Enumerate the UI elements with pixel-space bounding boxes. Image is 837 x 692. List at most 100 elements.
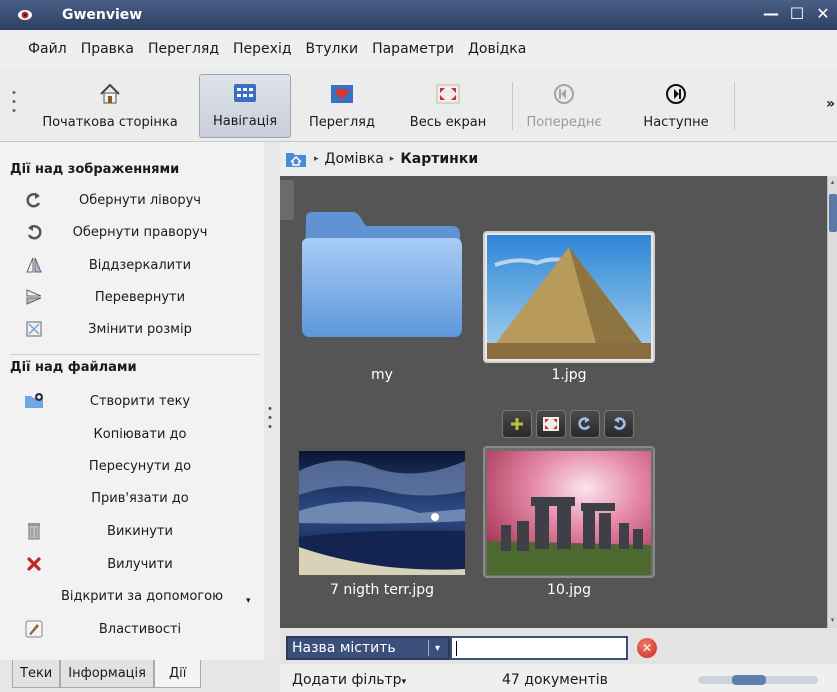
thumbnail-caption: 10.jpg (547, 582, 591, 598)
vertical-scrollbar[interactable]: ▴ ▾ (827, 176, 837, 628)
menu-view[interactable]: Перегляд (146, 38, 221, 60)
zoom-slider[interactable] (698, 675, 818, 685)
tab-actions[interactable]: Дії (153, 660, 202, 688)
copy-to-action[interactable]: Копіювати до (0, 420, 260, 448)
filter-bar: Назва містить ▾ ✕ (280, 628, 837, 664)
window-title: Gwenview (62, 7, 143, 23)
minimize-button[interactable]: — (761, 3, 781, 25)
document-count: 47 документів (502, 672, 608, 688)
home-folder-icon[interactable] (284, 149, 308, 169)
breadcrumb: ▸ Домівка ▸ Картинки (280, 142, 837, 176)
next-button[interactable]: Наступне (638, 74, 714, 138)
rotate-left-thumb-button[interactable] (570, 410, 600, 438)
add-filter-button[interactable]: Додати фільтр▾ (292, 672, 406, 688)
view-button[interactable]: Перегляд (300, 74, 384, 138)
menu-bar: Файл Правка Перегляд Перехід Втулки Пара… (0, 30, 837, 68)
file-actions-heading: Дії над файлами (10, 360, 137, 375)
rotate-left-label: Обернути ліворуч (78, 192, 201, 208)
mirror-action[interactable]: Віддзеркалити (0, 251, 260, 279)
menu-settings[interactable]: Параметри (370, 38, 456, 60)
scrollbar-thumb[interactable] (829, 194, 837, 232)
rotate-left-icon (578, 417, 591, 430)
filter-type-select[interactable]: Назва містить ▾ (286, 636, 450, 660)
status-bar: Додати фільтр▾ 47 документів (280, 664, 837, 692)
breadcrumb-arrow-icon: ▸ (314, 154, 319, 164)
fullscreen-thumb-button[interactable] (536, 410, 566, 438)
home-button[interactable]: Початкова сторінка (30, 74, 190, 138)
view-label: Перегляд (309, 115, 375, 130)
flip-label: Перевернути (94, 289, 186, 305)
remove-filter-button[interactable]: ✕ (637, 638, 657, 658)
sidebar-splitter-handle[interactable] (268, 404, 272, 434)
create-folder-action[interactable]: Створити теку (0, 387, 260, 415)
thumbnail-caption: my (371, 367, 393, 383)
toolbar-separator (734, 82, 735, 130)
plus-icon (511, 418, 523, 430)
open-with-label: Відкрити за допомогою (60, 588, 224, 604)
chevron-down-icon: ▾ (401, 677, 407, 687)
breadcrumb-current[interactable]: Картинки (400, 151, 478, 167)
maximize-button[interactable]: ☐ (787, 3, 807, 25)
gwenview-logo-icon (14, 4, 36, 26)
home-icon (98, 82, 122, 106)
scroll-down-arrow-icon[interactable]: ▾ (828, 616, 837, 626)
scroll-up-arrow-icon[interactable]: ▴ (828, 178, 837, 188)
tab-information[interactable]: Інформація (60, 660, 154, 688)
next-label: Наступне (643, 115, 709, 130)
menu-go[interactable]: Перехід (231, 38, 294, 60)
collapse-sidebar-handle[interactable] (280, 180, 294, 220)
mirror-label: Віддзеркалити (88, 257, 192, 273)
flip-action[interactable]: Перевернути (0, 283, 260, 311)
previous-label: Попереднє (526, 115, 602, 130)
previous-icon (552, 82, 576, 106)
fullscreen-icon (543, 417, 559, 431)
resize-action[interactable]: Змінити розмір (0, 315, 260, 343)
link-to-action[interactable]: Прив'язати до (0, 484, 260, 512)
trash-action[interactable]: Викинути (0, 517, 260, 545)
menu-edit[interactable]: Правка (79, 38, 136, 60)
menu-plugins[interactable]: Втулки (304, 38, 361, 60)
sidebar: Дії над зображеннями Обернути ліворуч Об… (0, 142, 264, 660)
toolbar-overflow-button[interactable]: » (826, 96, 835, 112)
menu-help[interactable]: Довідка (466, 38, 528, 60)
close-button[interactable]: ✕ (813, 3, 833, 25)
breadcrumb-arrow-icon: ▸ (389, 154, 395, 164)
thumbnail-caption: 7 nigth terr.jpg (329, 582, 434, 598)
properties-action[interactable]: Властивості (0, 615, 260, 643)
grid-browse-icon (233, 81, 257, 105)
pyramid-photo (487, 235, 651, 359)
browse-button[interactable]: Навігація (199, 74, 291, 138)
filter-text-input[interactable] (450, 636, 628, 660)
select-toggle-button[interactable] (502, 410, 532, 438)
sidebar-divider (10, 354, 260, 355)
title-bar: Gwenview — ☐ ✕ (0, 0, 837, 30)
toolbar-separator (512, 82, 513, 130)
breadcrumb-parent[interactable]: Домівка (325, 151, 384, 167)
night-terrain-photo (299, 451, 465, 575)
link-to-label: Прив'язати до (91, 490, 189, 506)
rotate-right-label: Обернути праворуч (72, 224, 208, 240)
folder-icon (302, 212, 462, 337)
rotate-right-icon (613, 417, 626, 430)
browse-label: Навігація (212, 114, 278, 129)
trash-label: Викинути (107, 523, 173, 539)
zoom-slider-handle[interactable] (732, 675, 767, 685)
fullscreen-icon (436, 82, 460, 106)
rotate-right-action[interactable]: Обернути праворуч (0, 218, 260, 246)
copy-to-label: Копіювати до (93, 426, 187, 442)
delete-action[interactable]: Вилучити (0, 550, 260, 578)
rotate-left-action[interactable]: Обернути ліворуч (0, 186, 260, 214)
fullscreen-button[interactable]: Весь екран (400, 74, 496, 138)
close-icon: ✕ (641, 641, 653, 655)
open-with-action[interactable]: Відкрити за допомогою ▾ (0, 582, 260, 610)
home-label: Початкова сторінка (42, 115, 178, 130)
previous-button[interactable]: Попереднє (522, 74, 606, 138)
tab-folders[interactable]: Теки (12, 660, 61, 688)
rotate-right-thumb-button[interactable] (604, 410, 634, 438)
main-toolbar: Початкова сторінка Навігація Перегляд Ве… (0, 68, 837, 142)
toolbar-grip-handle[interactable] (12, 88, 16, 118)
menu-file[interactable]: Файл (26, 38, 69, 60)
create-folder-label: Створити теку (89, 393, 191, 409)
sidebar-tabs: Теки Інформація Дії (0, 660, 280, 692)
move-to-action[interactable]: Пересунути до (0, 452, 260, 480)
